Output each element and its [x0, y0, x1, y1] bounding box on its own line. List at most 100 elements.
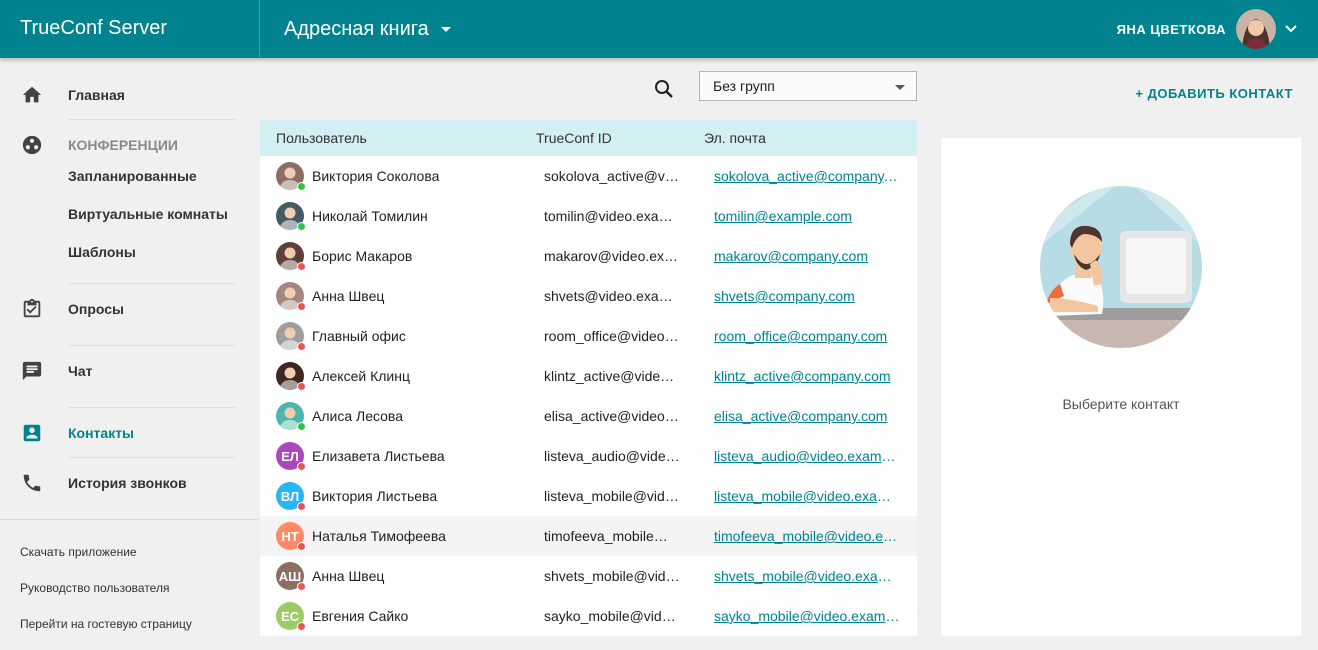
contact-name: Алиса Лесова	[312, 408, 403, 424]
column-header-email[interactable]: Эл. почта	[704, 120, 766, 156]
table-body: Виктория Соколова sokolova_active@video.e…	[260, 156, 917, 636]
user-guide-link[interactable]: Руководство пользователя	[20, 581, 169, 595]
contact-trueconf-id: tomilin@video.example.com	[544, 208, 680, 224]
table-row[interactable]: ЕЛ Елизавета Листьева listeva_audio@video.…	[260, 436, 917, 476]
chat-icon	[21, 360, 43, 382]
header-divider	[259, 0, 260, 58]
contact-avatar	[276, 402, 306, 431]
sidebar-item-contacts[interactable]: Контакты	[0, 413, 259, 453]
sidebar-item-label: Чат	[68, 363, 93, 379]
contact-trueconf-id: listeva_mobile@video.example.com	[544, 488, 680, 504]
contact-email-link[interactable]: room_office@company.com	[714, 316, 900, 356]
page-title-dropdown[interactable]: Адресная книга	[284, 0, 451, 58]
status-online-indicator	[297, 182, 306, 191]
contact-avatar	[276, 162, 306, 191]
contact-trueconf-id: room_office@video.example.com	[544, 328, 680, 344]
table-row[interactable]: ЕС Евгения Сайко sayko_mobile@video.exampl…	[260, 596, 917, 636]
contact-name: Алексей Клинц	[312, 368, 410, 384]
status-offline-indicator	[297, 542, 306, 551]
contact-name: Наталья Тимофеева	[312, 528, 446, 544]
divider	[68, 457, 235, 458]
contact-trueconf-id: shvets_mobile@video.example.com	[544, 568, 680, 584]
contact-email-link[interactable]: tomilin@example.com	[714, 196, 900, 236]
status-offline-indicator	[297, 622, 306, 631]
table-row[interactable]: НТ Наталья Тимофеева timofeeva_mobile@vide…	[260, 516, 917, 556]
contact-avatar: ЕС	[276, 602, 306, 631]
table-header: Пользователь TrueConf ID Эл. почта	[260, 120, 917, 156]
chevron-down-icon	[1285, 25, 1297, 33]
add-contact-button[interactable]: + ДОБАВИТЬ КОНТАКТ	[1135, 86, 1293, 101]
select-contact-hint: Выберите контакт	[1062, 396, 1180, 412]
group-filter-value: Без групп	[713, 78, 775, 94]
contact-email-link[interactable]: sokolova_active@company.com	[714, 156, 900, 196]
top-app-bar: TrueConf Server Адресная книга ЯНА ЦВЕТК…	[0, 0, 1318, 58]
contact-email-link[interactable]: elisa_active@company.com	[714, 396, 900, 436]
status-offline-indicator	[297, 302, 306, 311]
guest-page-link[interactable]: Перейти на гостевую страницу	[20, 617, 192, 631]
sidebar-item-chat[interactable]: Чат	[0, 351, 259, 391]
contact-email-link[interactable]: listeva_mobile@video.example.com	[714, 476, 900, 516]
column-header-trueconf-id[interactable]: TrueConf ID	[536, 120, 612, 156]
sidebar-item-templates[interactable]: Шаблоны	[0, 232, 259, 272]
table-row[interactable]: ВЛ Виктория Листьева listeva_mobile@video.…	[260, 476, 917, 516]
page-title: Адресная книга	[284, 17, 429, 40]
clipboard-check-icon	[21, 298, 43, 320]
brand-title[interactable]: TrueConf Server	[20, 0, 167, 58]
user-name: ЯНА ЦВЕТКОВА	[1116, 21, 1226, 37]
contact-avatar	[276, 242, 306, 271]
contact-trueconf-id: sokolova_active@video.example.com	[544, 168, 680, 184]
contact-email-link[interactable]: shvets@company.com	[714, 276, 900, 316]
contact-email-link[interactable]: makarov@company.com	[714, 236, 900, 276]
contact-name: Виктория Соколова	[312, 168, 440, 184]
status-offline-indicator	[297, 462, 306, 471]
caret-down-icon	[895, 85, 905, 90]
contact-email-link[interactable]: listeva_audio@video.example.com	[714, 436, 900, 476]
sidebar-item-label: Шаблоны	[68, 244, 136, 260]
status-offline-indicator	[297, 582, 306, 591]
download-app-link[interactable]: Скачать приложение	[20, 545, 137, 559]
table-row[interactable]: Алексей Клинц klintz_active@video.example…	[260, 356, 917, 396]
table-row[interactable]: Николай Томилин tomilin@video.example.com…	[260, 196, 917, 236]
column-header-user[interactable]: Пользователь	[276, 120, 367, 156]
contact-email-link[interactable]: sayko_mobile@video.example.com	[714, 596, 900, 636]
sidebar-item-home[interactable]: Главная	[0, 75, 259, 115]
contact-avatar: АШ	[276, 562, 306, 591]
contact-email-link[interactable]: klintz_active@company.com	[714, 356, 900, 396]
contact-trueconf-id: sayko_mobile@video.example.com	[544, 608, 680, 624]
contact-name: Борис Макаров	[312, 248, 413, 264]
contact-name: Виктория Листьева	[312, 488, 438, 504]
contact-detail-panel: Выберите контакт	[941, 138, 1301, 636]
sidebar-item-label: История звонков	[68, 475, 187, 491]
group-filter-select[interactable]: Без групп	[699, 71, 917, 101]
divider	[68, 345, 235, 346]
contact-name: Анна Швец	[312, 568, 385, 584]
contact-name: Елизавета Листьева	[312, 448, 445, 464]
contact-trueconf-id: shvets@video.example.com	[544, 288, 680, 304]
home-icon	[21, 84, 43, 106]
status-offline-indicator	[297, 262, 306, 271]
contact-email-link[interactable]: shvets_mobile@video.example.com	[714, 556, 900, 596]
contact-name: Анна Швец	[312, 288, 385, 304]
sidebar-item-polls[interactable]: Опросы	[0, 289, 259, 329]
divider	[0, 519, 259, 520]
table-row[interactable]: Виктория Соколова sokolova_active@video.e…	[260, 156, 917, 196]
contact-email-link[interactable]: timofeeva_mobile@video.example.com	[714, 516, 900, 556]
phone-icon	[21, 472, 43, 494]
table-row[interactable]: Главный офис room_office@video.example.co…	[260, 316, 917, 356]
table-row[interactable]: Борис Макаров makarov@video.example.com ma…	[260, 236, 917, 276]
sidebar-item-label: Контакты	[68, 425, 135, 441]
contact-avatar	[276, 362, 306, 391]
search-icon[interactable]	[652, 77, 676, 101]
table-row[interactable]: Алиса Лесова elisa_active@video.example.c…	[260, 396, 917, 436]
sidebar-item-virtual-rooms[interactable]: Виртуальные комнаты	[0, 194, 259, 234]
contact-name: Евгения Сайко	[312, 608, 409, 624]
sidebar-item-call-history[interactable]: История звонков	[0, 463, 259, 503]
table-row[interactable]: АШ Анна Швец shvets_mobile@video.example.c…	[260, 556, 917, 596]
status-online-indicator	[297, 222, 306, 231]
sidebar-item-scheduled[interactable]: Запланированные	[0, 156, 259, 196]
table-row[interactable]: Анна Швец shvets@video.example.com shvets@…	[260, 276, 917, 316]
user-menu[interactable]: ЯНА ЦВЕТКОВА	[1117, 0, 1298, 58]
sidebar-item-label: Запланированные	[68, 168, 197, 184]
contact-avatar	[276, 322, 306, 351]
contacts-table: Пользователь TrueConf ID Эл. почта Викто…	[260, 120, 917, 636]
